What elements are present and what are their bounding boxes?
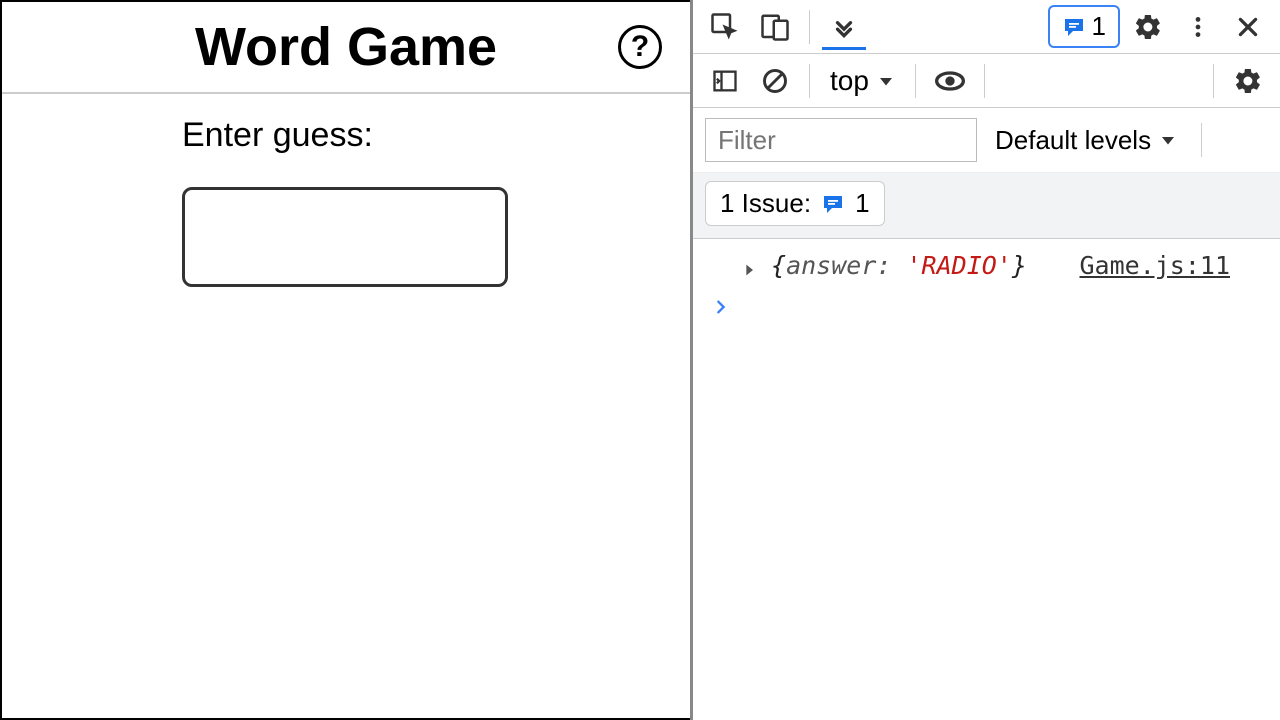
- execution-context-selector[interactable]: top: [822, 65, 903, 97]
- separator: [915, 64, 916, 98]
- chevron-right-icon: [713, 299, 729, 315]
- issues-bar: 1 Issue: 1: [693, 173, 1280, 239]
- tabs-overflow-button[interactable]: [822, 5, 866, 49]
- devtools-pane: 1 to: [690, 0, 1280, 720]
- app-pane: Word Game ? Enter guess:: [0, 0, 690, 720]
- devtools-tabbar: 1: [693, 0, 1280, 54]
- separator: [984, 64, 985, 98]
- console-toolbar: top: [693, 54, 1280, 108]
- chevron-down-icon: [877, 72, 895, 90]
- separator: [1213, 64, 1214, 98]
- issues-badge-count: 1: [1092, 11, 1106, 42]
- guess-label: Enter guess:: [182, 116, 690, 155]
- device-toolbar-icon[interactable]: [753, 5, 797, 49]
- help-icon[interactable]: ?: [618, 25, 662, 69]
- inspect-element-icon[interactable]: [703, 5, 747, 49]
- source-link[interactable]: Game.js:11: [1079, 251, 1266, 280]
- issues-chip[interactable]: 1 Issue: 1: [705, 181, 885, 226]
- separator: [809, 10, 810, 44]
- chevron-down-icon: [1159, 131, 1177, 149]
- console-log-message[interactable]: {answer: 'RADIO'}: [737, 251, 1027, 280]
- filter-input[interactable]: [705, 118, 977, 162]
- issues-chip-count: 1: [855, 188, 869, 219]
- console-prompt[interactable]: [693, 290, 1280, 321]
- issues-chip-label: 1 Issue:: [720, 188, 811, 219]
- console-filterbar: Default levels: [693, 108, 1280, 173]
- disclosure-triangle-icon[interactable]: [741, 255, 757, 284]
- clear-console-icon[interactable]: [753, 59, 797, 103]
- separator: [809, 64, 810, 98]
- console-output: {answer: 'RADIO'} Game.js:11: [693, 239, 1280, 720]
- page-title: Word Game: [195, 16, 497, 78]
- kebab-menu-icon[interactable]: [1176, 5, 1220, 49]
- log-levels-dropdown[interactable]: Default levels: [995, 125, 1177, 156]
- issues-badge[interactable]: 1: [1048, 5, 1120, 48]
- context-label: top: [830, 65, 869, 97]
- message-icon: [821, 192, 845, 216]
- close-icon[interactable]: [1226, 5, 1270, 49]
- log-levels-label: Default levels: [995, 125, 1151, 156]
- guess-input[interactable]: [182, 187, 508, 287]
- show-console-sidebar-icon[interactable]: [703, 59, 747, 103]
- console-settings-icon[interactable]: [1226, 59, 1270, 103]
- settings-icon[interactable]: [1126, 5, 1170, 49]
- live-expression-icon[interactable]: [928, 59, 972, 103]
- console-log-row: {answer: 'RADIO'} Game.js:11: [693, 247, 1280, 290]
- message-icon: [1062, 15, 1086, 39]
- app-body: Enter guess:: [2, 94, 690, 287]
- help-icon-glyph: ?: [631, 30, 649, 64]
- app-header: Word Game ?: [2, 2, 690, 94]
- separator: [1201, 123, 1202, 157]
